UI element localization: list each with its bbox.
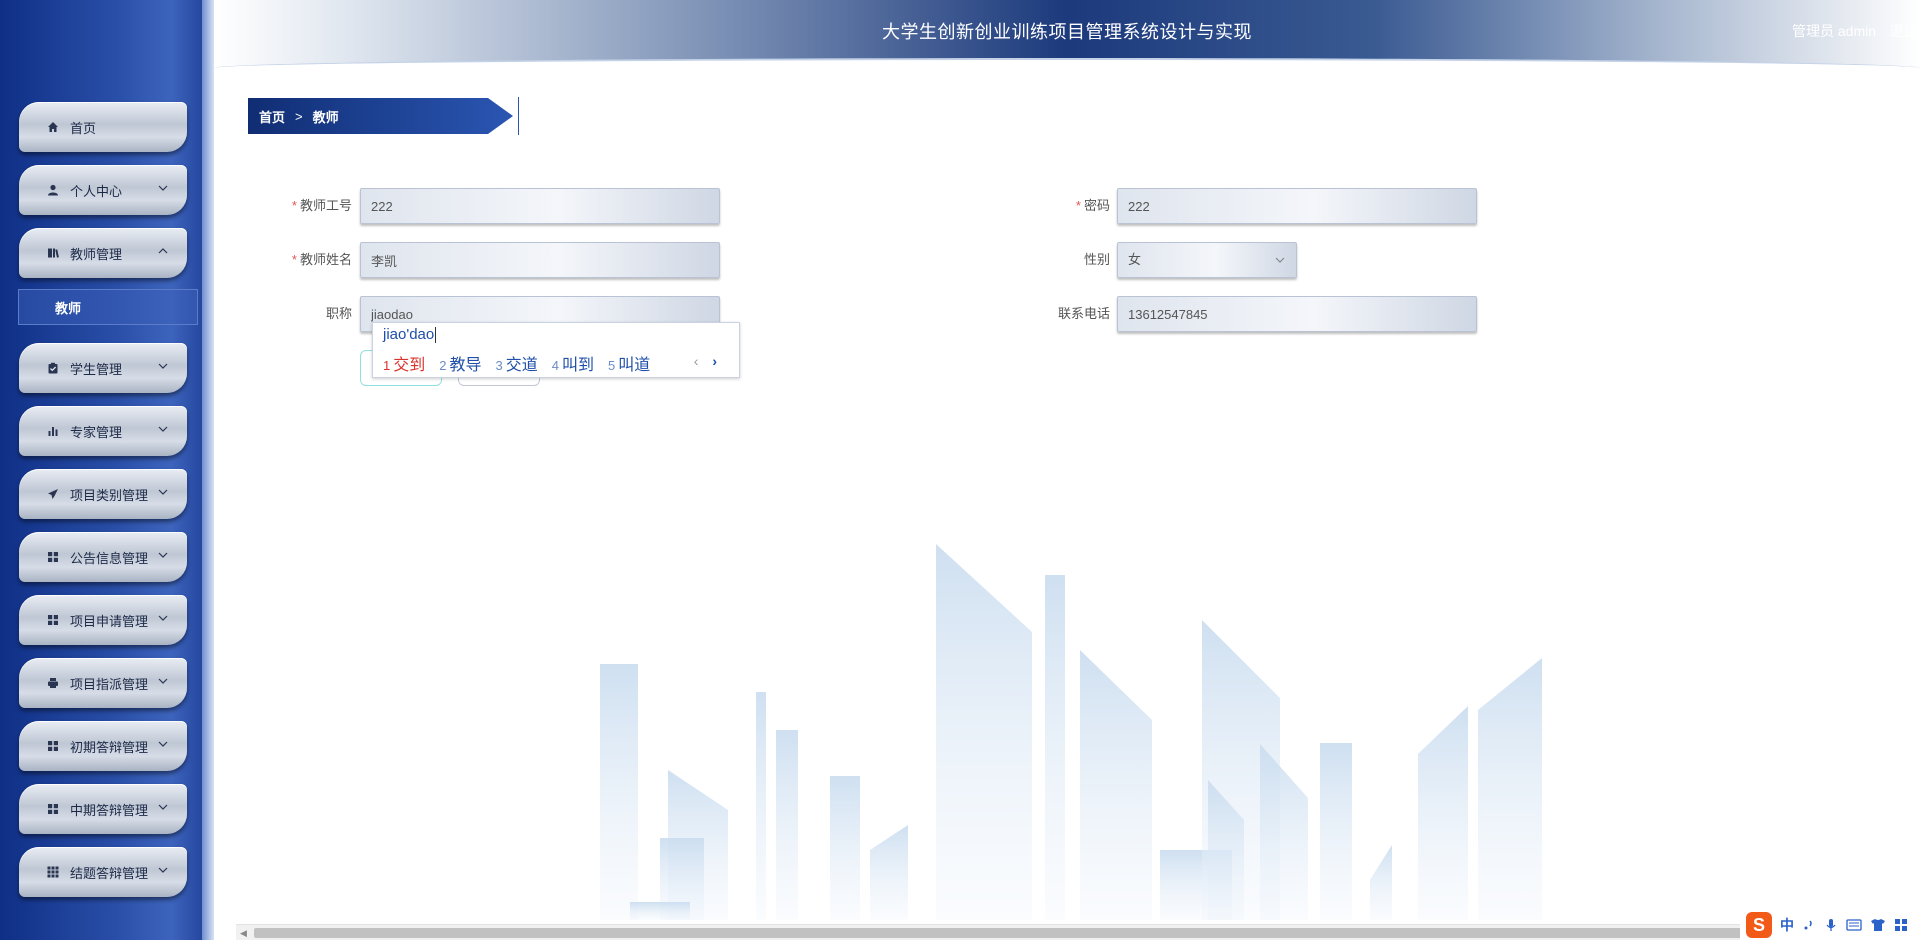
system-title: 大学生创新创业训练项目管理系统设计与实现 bbox=[882, 22, 1252, 42]
ime-candidate[interactable]: 5 叫道 bbox=[608, 351, 650, 375]
sidebar-item-label: 公告信息管理 bbox=[70, 550, 149, 566]
horizontal-scrollbar[interactable]: ◀ bbox=[236, 924, 1920, 940]
home-icon bbox=[46, 120, 60, 134]
chevron-up-icon bbox=[158, 248, 168, 254]
chevron-down-icon bbox=[158, 489, 168, 495]
ime-candidate[interactable]: 2 教导 bbox=[439, 351, 481, 375]
sidebar-item-label: 首页 bbox=[70, 120, 97, 136]
sidebar-item-student-management[interactable]: 学生管理 bbox=[19, 343, 187, 393]
sidebar-item-label: 专家管理 bbox=[70, 424, 123, 440]
sidebar-item-label: 初期答辩管理 bbox=[70, 739, 149, 755]
grid-icon bbox=[46, 802, 60, 816]
sidebar-item-notice-management[interactable]: 公告信息管理 bbox=[19, 532, 187, 582]
sidebar-item-personal-center[interactable]: 个人中心 bbox=[19, 165, 187, 215]
user-icon bbox=[46, 183, 60, 197]
gender-selected-value: 女 bbox=[1128, 252, 1142, 267]
sogou-logo-icon[interactable]: S bbox=[1746, 912, 1772, 938]
top-header: 大学生创新创业训练项目管理系统设计与实现 管理员 admin 退出登录 bbox=[214, 0, 1920, 70]
breadcrumb-home[interactable]: 首页 bbox=[259, 107, 285, 126]
breadcrumb-current: 教师 bbox=[312, 109, 339, 125]
sidebar-item-label: 结题答辩管理 bbox=[70, 865, 149, 881]
ime-next-page[interactable]: › bbox=[712, 353, 717, 369]
chevron-down-icon bbox=[158, 615, 168, 621]
sidebar-item-label: 项目类别管理 bbox=[70, 487, 149, 503]
city-background-illustration bbox=[600, 544, 1542, 920]
sidebar-item-midterm-defense-management[interactable]: 中期答辩管理 bbox=[19, 784, 187, 834]
clipboard-icon bbox=[46, 361, 60, 375]
microphone-icon[interactable] bbox=[1824, 918, 1838, 932]
sidebar-item-label: 个人中心 bbox=[70, 183, 123, 199]
breadcrumb: 首页 > 教师 bbox=[248, 98, 513, 134]
sidebar-item-label: 中期答辩管理 bbox=[70, 802, 149, 818]
sidebar: 首页 个人中心 教师管理 教师 学生管理 专家管理 项目类别管理 公告信息管理 … bbox=[0, 0, 214, 940]
ime-candidate[interactable]: 1 交到 bbox=[383, 351, 425, 375]
toolbox-grid-icon[interactable] bbox=[1894, 918, 1908, 932]
sidebar-item-label: 项目指派管理 bbox=[70, 676, 149, 692]
skin-shirt-icon[interactable] bbox=[1870, 918, 1886, 932]
punctuation-icon[interactable] bbox=[1802, 918, 1816, 932]
teacher-id-input[interactable] bbox=[360, 188, 720, 224]
bar-chart-icon bbox=[46, 424, 60, 438]
sidebar-item-final-defense-management[interactable]: 结题答辩管理 bbox=[19, 847, 187, 897]
phone-label: 联系电话 bbox=[1057, 306, 1110, 321]
breadcrumb-divider bbox=[518, 97, 519, 135]
chevron-down-icon bbox=[158, 185, 168, 191]
ime-candidate-list: 1 交到 2 教导 3 交道 4 叫到 5 叫道 bbox=[383, 351, 664, 375]
password-input[interactable] bbox=[1117, 188, 1477, 224]
chevron-down-icon bbox=[158, 426, 168, 432]
user-area: 管理员 admin 退出登录 bbox=[1792, 21, 1920, 41]
sidebar-subitem-label: 教师 bbox=[55, 300, 82, 316]
scrollbar-thumb[interactable] bbox=[254, 928, 1920, 938]
teacher-name-label: * 教师姓名 bbox=[291, 252, 352, 267]
grid-icon bbox=[46, 613, 60, 627]
chevron-down-icon bbox=[158, 741, 168, 747]
ime-candidate[interactable]: 3 交道 bbox=[496, 351, 538, 375]
breadcrumb-separator: > bbox=[295, 108, 303, 124]
gender-select[interactable]: 女 bbox=[1117, 242, 1297, 278]
sidebar-item-initial-defense-management[interactable]: 初期答辩管理 bbox=[19, 721, 187, 771]
ime-mode-toggle[interactable]: 中 bbox=[1780, 915, 1794, 935]
apps-icon bbox=[46, 865, 60, 879]
sidebar-item-expert-management[interactable]: 专家管理 bbox=[19, 406, 187, 456]
sidebar-subitem-teacher[interactable]: 教师 bbox=[18, 289, 198, 325]
title-label: 职称 bbox=[325, 306, 352, 321]
ime-composition: jiao'dao bbox=[383, 326, 437, 344]
ime-candidate-popup: jiao'dao 1 交到 2 教导 3 交道 4 叫到 5 叫道 ‹ › bbox=[372, 322, 740, 378]
chevron-down-icon bbox=[158, 552, 168, 558]
phone-input[interactable] bbox=[1117, 296, 1477, 332]
paper-plane-icon bbox=[46, 487, 60, 501]
ime-toolbar: S 中 bbox=[1740, 910, 1920, 940]
chevron-down-icon bbox=[158, 363, 168, 369]
sidebar-item-label: 学生管理 bbox=[70, 361, 123, 377]
user-label: 管理员 admin bbox=[1792, 23, 1877, 39]
chevron-down-icon bbox=[1275, 257, 1285, 263]
ime-page-arrows: ‹ › bbox=[684, 353, 717, 369]
chevron-down-icon bbox=[158, 804, 168, 810]
ime-prev-page[interactable]: ‹ bbox=[694, 353, 699, 369]
grid-icon bbox=[46, 550, 60, 564]
teacher-id-label: * 教师工号 bbox=[291, 198, 352, 213]
grid-icon bbox=[46, 739, 60, 753]
sidebar-item-teacher-management[interactable]: 教师管理 bbox=[19, 228, 187, 278]
ime-candidate[interactable]: 4 叫到 bbox=[552, 351, 594, 375]
scroll-left-arrow[interactable]: ◀ bbox=[240, 928, 247, 939]
printer-icon bbox=[46, 676, 60, 690]
sidebar-item-home[interactable]: 首页 bbox=[19, 102, 187, 152]
password-label: * 密码 bbox=[1075, 198, 1110, 213]
gender-label: 性别 bbox=[1083, 252, 1110, 267]
sidebar-item-project-assignment-management[interactable]: 项目指派管理 bbox=[19, 658, 187, 708]
sidebar-item-project-category-management[interactable]: 项目类别管理 bbox=[19, 469, 187, 519]
keyboard-icon[interactable] bbox=[1846, 918, 1862, 932]
logout-link[interactable]: 退出登录 bbox=[1890, 23, 1920, 39]
sidebar-item-project-application-management[interactable]: 项目申请管理 bbox=[19, 595, 187, 645]
teacher-name-input[interactable] bbox=[360, 242, 720, 278]
chevron-down-icon bbox=[158, 678, 168, 684]
chevron-down-icon bbox=[158, 867, 168, 873]
sidebar-item-label: 项目申请管理 bbox=[70, 613, 149, 629]
book-icon bbox=[46, 246, 60, 260]
sidebar-item-label: 教师管理 bbox=[70, 246, 123, 262]
